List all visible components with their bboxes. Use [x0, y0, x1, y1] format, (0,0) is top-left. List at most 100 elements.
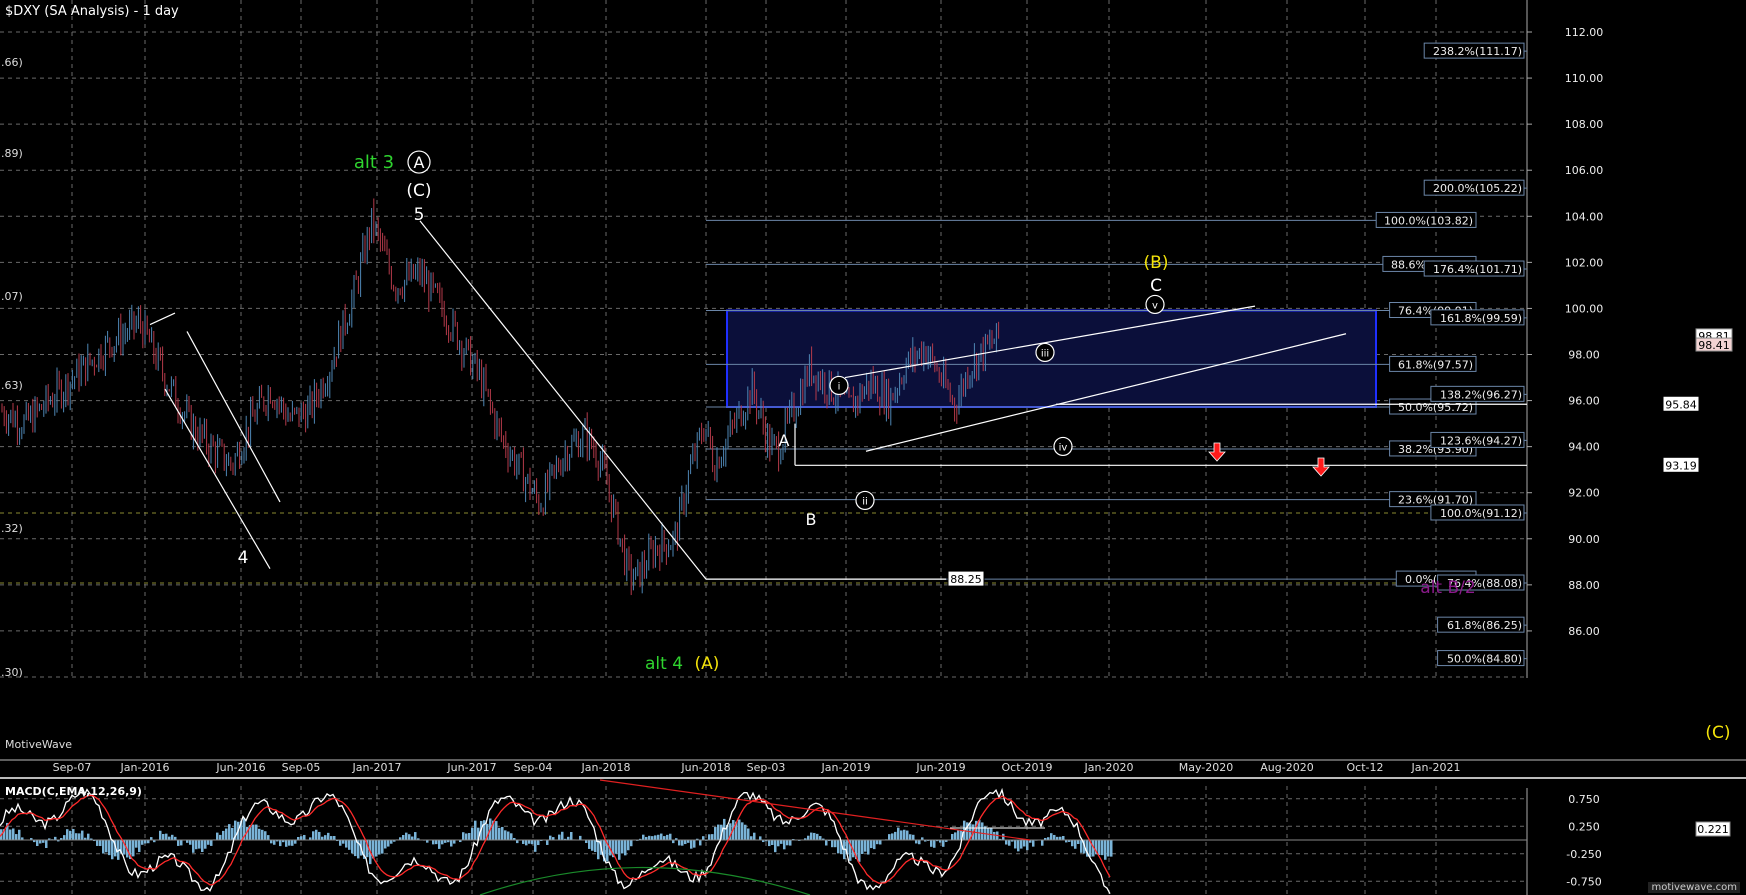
- macd-hist-bar: [777, 840, 780, 847]
- macd-hist-bar: [462, 832, 465, 840]
- macd-hist-bar: [1020, 840, 1023, 849]
- macd-hist-bar: [816, 833, 819, 840]
- macd-hist-bar: [660, 833, 663, 840]
- x-tick-label: Sep-04: [514, 761, 553, 774]
- wave-label: A: [779, 431, 790, 450]
- macd-hist-bar: [1098, 840, 1101, 856]
- macd-hist-bar: [534, 840, 537, 852]
- macd-hist-bar: [618, 840, 621, 860]
- y-tick-label: 100.00: [1565, 302, 1604, 315]
- wave-label: 5: [414, 205, 425, 225]
- macd-hist-bar: [414, 832, 417, 840]
- fib-ext-label: 161.8%(99.59): [1440, 312, 1522, 325]
- macd-hist-bar: [588, 840, 591, 849]
- macd-hist-bar: [1077, 840, 1080, 845]
- macd-hist-bar: [81, 830, 84, 840]
- fib-ext-label: 100.0%(91.12): [1440, 507, 1522, 520]
- macd-hist-bar: [903, 829, 906, 840]
- macd-hist-bar: [333, 835, 336, 840]
- macd-hist-bar: [597, 840, 600, 860]
- macd-hist-bar: [831, 840, 834, 848]
- wave-label: A: [414, 153, 425, 172]
- macd-hist-bar: [879, 840, 882, 845]
- y-tick-label: 98.00: [1568, 349, 1600, 362]
- macd-hist-bar: [657, 834, 660, 840]
- macd-hist-bar: [300, 836, 303, 840]
- chart-window: Sep-07 Jan-2016 Jun-2016 Sep-05 Jan-2017 Jun-…: [0, 0, 1746, 895]
- macd-hist-bar: [693, 840, 696, 848]
- macd-hist-bar: [1053, 834, 1056, 840]
- macd-hist-bar: [663, 836, 666, 840]
- macd-hist-bar: [69, 830, 72, 840]
- macd-hist-bar: [204, 840, 207, 849]
- y-tick-label: 86.00: [1568, 625, 1600, 638]
- wave-label: ii: [862, 496, 868, 507]
- macd-hist-bar: [525, 840, 528, 846]
- macd-hist-bar: [303, 834, 306, 840]
- macd-hist-bar: [1110, 840, 1113, 857]
- wave-label: (C): [406, 181, 431, 201]
- macd-hist-bar: [342, 840, 345, 844]
- macd-hist-bar: [408, 834, 411, 840]
- macd-hist-bar: [627, 840, 630, 851]
- macd-hist-bar: [867, 840, 870, 855]
- macd-hist-bar: [993, 831, 996, 840]
- macd-hist-bar: [72, 829, 75, 840]
- macd-hist-bar: [681, 840, 684, 846]
- macd-hist-bar: [108, 840, 111, 856]
- x-tick-label: Sep-03: [747, 761, 786, 774]
- macd-hist-bar: [912, 834, 915, 840]
- macd-hist-bar: [780, 840, 783, 844]
- macd-hist-bar: [330, 836, 333, 840]
- macd-hist-bar: [66, 829, 69, 840]
- macd-hist-bar: [1071, 840, 1074, 847]
- macd-hist-bar: [252, 824, 255, 840]
- macd-hist-bar: [669, 833, 672, 840]
- macd-hist-bar: [231, 827, 234, 840]
- macd-hist-bar: [570, 832, 573, 840]
- macd-hist-bar: [825, 840, 828, 846]
- macd-hist-bar: [285, 840, 288, 847]
- macd-hist-bar: [324, 835, 327, 840]
- macd-hist-bar: [1014, 840, 1017, 849]
- price-chart[interactable]: Sep-07 Jan-2016 Jun-2016 Sep-05 Jan-2017 Jun-…: [0, 0, 1746, 895]
- x-tick-label: Jun-2016: [215, 761, 265, 774]
- left-edge-label: .63): [1, 379, 23, 392]
- macd-hist-bar: [99, 840, 102, 847]
- macd-hist-bar: [783, 840, 786, 850]
- macd-hist-bar: [258, 828, 261, 840]
- macd-hist-bar: [546, 840, 549, 845]
- y-tick-label: 96.00: [1568, 395, 1600, 408]
- macd-hist-bar: [105, 840, 108, 853]
- y-tick-label: 106.00: [1565, 164, 1604, 177]
- macd-hist-bar: [1062, 836, 1065, 840]
- macd-hist-bar: [768, 840, 771, 847]
- macd-hist-bar: [1104, 840, 1107, 860]
- wave-label: (C): [1705, 723, 1730, 743]
- macd-hist-bar: [1101, 840, 1104, 856]
- y-tick-label: 104.00: [1565, 210, 1604, 223]
- macd-hist-bar: [891, 833, 894, 840]
- macd-hist-bar: [651, 836, 654, 840]
- macd-hist-bar: [465, 833, 468, 840]
- macd-hist-bar: [501, 826, 504, 840]
- x-tick-label: Sep-07: [53, 761, 92, 774]
- macd-hist-bar: [1050, 833, 1053, 840]
- macd-hist-bar: [837, 840, 840, 854]
- macd-hist-bar: [384, 840, 387, 849]
- macd-hist-bar: [63, 835, 66, 840]
- left-edge-label: .30): [1, 666, 23, 679]
- macd-hist-bar: [717, 824, 720, 840]
- wave-label: iv: [1059, 442, 1068, 453]
- macd-hist-bar: [678, 840, 681, 846]
- y-tick-label: 108.00: [1565, 118, 1604, 131]
- macd-hist-bar: [504, 830, 507, 840]
- macd-hist-bar: [432, 840, 435, 845]
- wave-label: B: [806, 510, 817, 529]
- macd-hist-bar: [1032, 840, 1035, 847]
- macd-hist-bar: [558, 834, 561, 840]
- macd-hist-bar: [318, 831, 321, 840]
- macd-hist-bar: [591, 840, 594, 851]
- macd-hist-bar: [1008, 840, 1011, 846]
- x-tick-label: Jan-2018: [581, 761, 631, 774]
